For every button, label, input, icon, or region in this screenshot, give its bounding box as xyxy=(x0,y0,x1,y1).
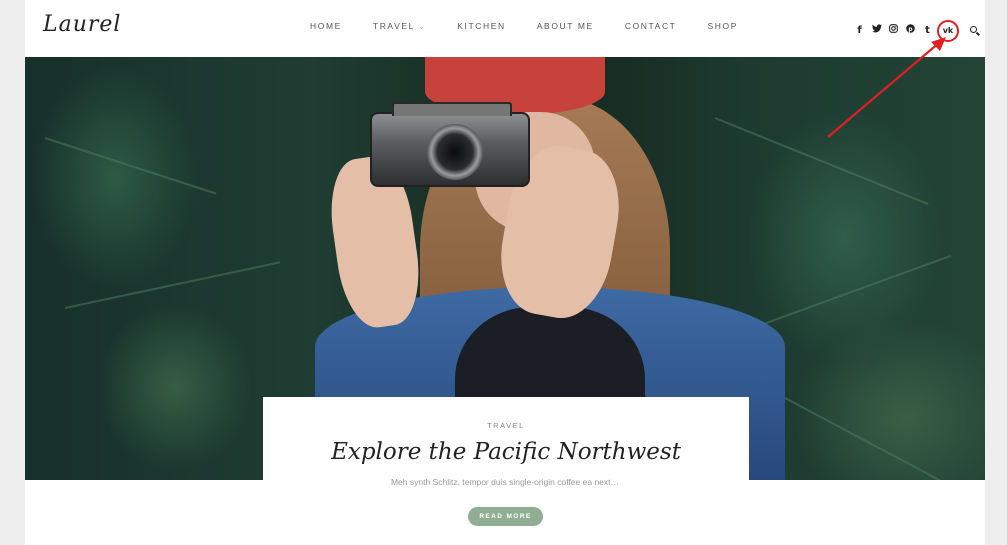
twitter-icon[interactable] xyxy=(868,24,885,38)
post-category[interactable]: TRAVEL xyxy=(263,421,749,430)
facebook-icon[interactable]: f xyxy=(851,24,868,38)
pinterest-icon[interactable]: p xyxy=(902,24,919,38)
read-more-button[interactable]: READ MORE xyxy=(468,507,543,526)
nav-item-travel[interactable]: TRAVEL ⌄ xyxy=(373,21,426,31)
chevron-down-icon: ⌄ xyxy=(417,22,427,31)
camera xyxy=(370,102,530,187)
instagram-icon[interactable] xyxy=(885,24,902,38)
camera-top xyxy=(392,102,512,116)
social-links: f p t vk xyxy=(851,20,985,42)
nav-item-kitchen[interactable]: KITCHEN xyxy=(457,21,506,31)
post-excerpt: Meh synth Schlitz, tempor duis single-or… xyxy=(390,477,620,487)
tumblr-icon[interactable]: t xyxy=(919,24,936,38)
search-icon[interactable] xyxy=(967,24,985,38)
post-card: TRAVEL Explore the Pacific Northwest xyxy=(263,397,749,480)
nav-item-home[interactable]: HOME xyxy=(310,21,342,31)
site-logo[interactable]: Laurel xyxy=(43,12,121,37)
post-title[interactable]: Explore the Pacific Northwest xyxy=(263,439,749,465)
camera-lens xyxy=(427,124,483,180)
nav-item-shop[interactable]: SHOP xyxy=(707,21,738,31)
hero-image[interactable]: TRAVEL Explore the Pacific Northwest xyxy=(25,57,985,480)
branch xyxy=(714,117,929,206)
branch xyxy=(64,261,281,309)
nav-item-about-me[interactable]: ABOUT ME xyxy=(537,21,594,31)
branch xyxy=(784,397,945,480)
nav-item-travel-label: TRAVEL xyxy=(372,21,415,31)
nav-item-contact[interactable]: CONTACT xyxy=(625,21,677,31)
branch xyxy=(44,137,217,195)
vk-icon[interactable]: vk xyxy=(937,20,959,42)
svg-text:p: p xyxy=(908,27,912,33)
main-nav: HOME TRAVEL ⌄ KITCHEN ABOUT ME CONTACT SH… xyxy=(310,21,769,31)
page: Laurel HOME TRAVEL ⌄ KITCHEN ABOUT ME CON… xyxy=(25,0,985,545)
site-header: Laurel HOME TRAVEL ⌄ KITCHEN ABOUT ME CON… xyxy=(25,0,985,56)
search-handle xyxy=(976,31,980,36)
